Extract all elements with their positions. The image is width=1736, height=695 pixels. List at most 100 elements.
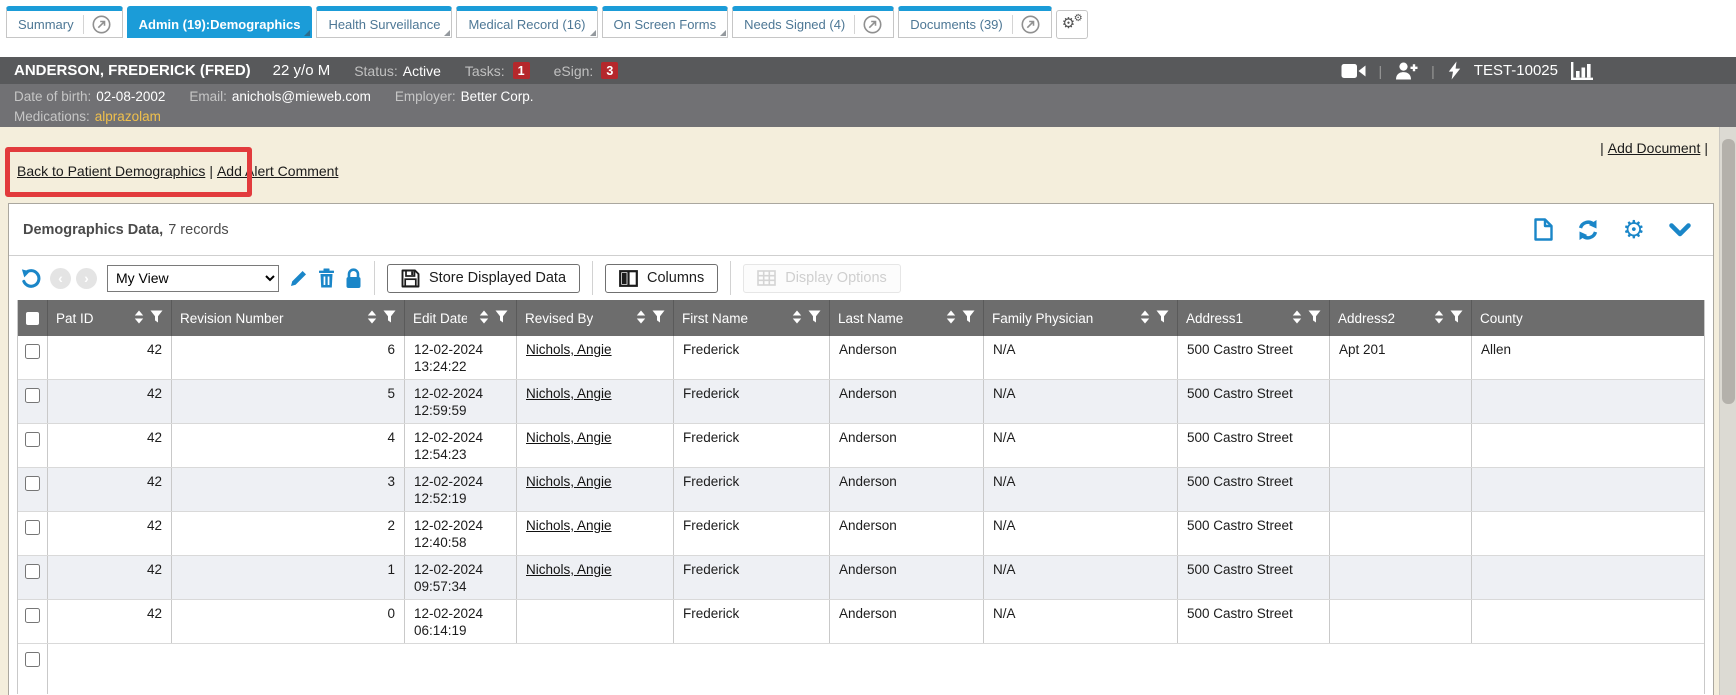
cell-pat-id: 42 [48,380,172,423]
add-alert-comment-link[interactable]: Add Alert Comment [217,163,338,179]
filter-icon[interactable] [808,310,821,326]
email-value: anichols@mieweb.com [232,87,371,106]
cell-revised-by: Nichols, Angie [517,468,674,511]
sort-icon[interactable] [1292,310,1302,327]
column-header-edit-date[interactable]: Edit Date [405,300,517,336]
lightning-bolt-icon[interactable] [1448,61,1461,80]
filter-icon[interactable] [652,310,665,326]
filter-icon[interactable] [1308,310,1321,326]
filter-icon[interactable] [150,310,163,326]
revised-by-link[interactable]: Nichols, Angie [526,562,612,577]
scrollbar-thumb[interactable] [1722,139,1735,404]
sort-icon[interactable] [1434,310,1444,327]
select-all-checkbox[interactable] [26,312,39,325]
column-header-revision-number[interactable]: Revision Number [172,300,405,336]
delete-trash-icon[interactable] [318,268,335,288]
tab-bar: Summary Admin (19):Demographics Health S… [0,0,1736,57]
row-checkbox[interactable] [25,564,40,579]
sort-icon[interactable] [1140,310,1150,327]
bar-chart-icon[interactable] [1571,62,1593,80]
row-checkbox[interactable] [25,388,40,403]
edit-pencil-icon[interactable] [289,269,308,288]
cell-revision-number: 5 [172,380,405,423]
filter-icon[interactable] [495,310,508,326]
cell-revised-by [517,600,674,643]
store-displayed-data-button[interactable]: Store Displayed Data [387,264,580,293]
refresh-icon[interactable] [1577,219,1599,241]
popout-icon[interactable] [1012,15,1040,34]
edit-date-line: 12-02-2024 [414,605,507,622]
tab-label: On Screen Forms [614,17,717,32]
cell-family-physician: N/A [984,424,1178,467]
edit-date-line: 12-02-2024 [414,561,507,578]
table-footer-row [18,644,1704,694]
sort-icon[interactable] [636,310,646,327]
new-document-icon[interactable] [1534,218,1553,241]
sort-icon[interactable] [946,310,956,327]
sort-icon[interactable] [792,310,802,327]
popout-icon[interactable] [83,15,111,34]
popout-icon[interactable] [854,15,882,34]
tab-documents-39[interactable]: Documents (39) [898,6,1051,38]
cell-address2: Apt 201 [1330,336,1472,379]
table-row: 42 0 12-02-2024 06:14:19 Frederick Ander… [18,600,1704,644]
settings-gear-icon[interactable]: ⚙ [1623,217,1645,242]
row-checkbox[interactable] [25,344,40,359]
revised-by-link[interactable]: Nichols, Angie [526,474,612,489]
row-checkbox[interactable] [25,432,40,447]
edit-time-line: 13:24:22 [414,358,507,375]
add-document-link[interactable]: Add Document [1608,140,1701,156]
sort-icon[interactable] [367,310,377,327]
row-checkbox[interactable] [25,476,40,491]
column-header-first-name[interactable]: First Name [674,300,830,336]
revised-by-link[interactable]: Nichols, Angie [526,518,612,533]
column-header-pat-id[interactable]: Pat ID [48,300,172,336]
back-to-patient-demographics-link[interactable]: Back to Patient Demographics [17,163,205,179]
column-header-revised-by[interactable]: Revised By [517,300,674,336]
column-header-family-physician[interactable]: Family Physician [984,300,1178,336]
tab-admin-19-demographics[interactable]: Admin (19):Demographics [127,6,313,38]
sort-icon[interactable] [134,310,144,327]
filter-icon[interactable] [1450,310,1463,326]
next-view-button: › [76,268,97,289]
video-call-icon[interactable] [1341,63,1366,79]
collapse-chevron-down-icon[interactable] [1669,223,1691,237]
tasks-badge[interactable]: 1 [513,62,530,79]
columns-button[interactable]: Columns [605,264,718,293]
chart-settings-button[interactable]: ⚙ ⚙ [1056,10,1088,39]
row-checkbox[interactable] [25,520,40,535]
footer-checkbox[interactable] [25,652,40,667]
tab-summary[interactable]: Summary [6,6,123,38]
filter-icon[interactable] [1156,310,1169,326]
column-header-county[interactable]: County [1472,300,1704,336]
column-header-address2[interactable]: Address2 [1330,300,1472,336]
revised-by-link[interactable]: Nichols, Angie [526,386,612,401]
filter-icon[interactable] [962,310,975,326]
undo-icon[interactable] [20,268,41,289]
tab-on-screen-forms[interactable]: On Screen Forms [602,6,729,38]
vertical-scrollbar[interactable] [1719,127,1736,695]
edit-time-line: 09:57:34 [414,578,507,595]
tab-label: Documents (39) [910,17,1002,32]
view-select[interactable]: My View [107,265,279,292]
add-document-row: |Add Document| [1596,140,1712,156]
tab-health-surveillance[interactable]: Health Surveillance [316,6,452,38]
revised-by-link[interactable]: Nichols, Angie [526,430,612,445]
cell-last-name: Anderson [830,380,984,423]
cell-first-name: Frederick [674,512,830,555]
filter-icon[interactable] [383,310,396,326]
cell-revised-by: Nichols, Angie [517,556,674,599]
tab-needs-signed-4[interactable]: Needs Signed (4) [732,6,894,38]
add-user-icon[interactable] [1395,62,1418,80]
column-header-address1[interactable]: Address1 [1178,300,1330,336]
sort-icon[interactable] [479,310,489,327]
row-checkbox[interactable] [25,608,40,623]
tab-medical-record-16[interactable]: Medical Record (16) [456,6,597,38]
esign-badge[interactable]: 3 [601,62,618,79]
revised-by-link[interactable]: Nichols, Angie [526,342,612,357]
cell-edit-date: 12-02-2024 06:14:19 [405,600,517,643]
cell-revision-number: 2 [172,512,405,555]
column-header-last-name[interactable]: Last Name [830,300,984,336]
lock-icon[interactable] [345,268,362,289]
cell-edit-date: 12-02-2024 12:59:59 [405,380,517,423]
